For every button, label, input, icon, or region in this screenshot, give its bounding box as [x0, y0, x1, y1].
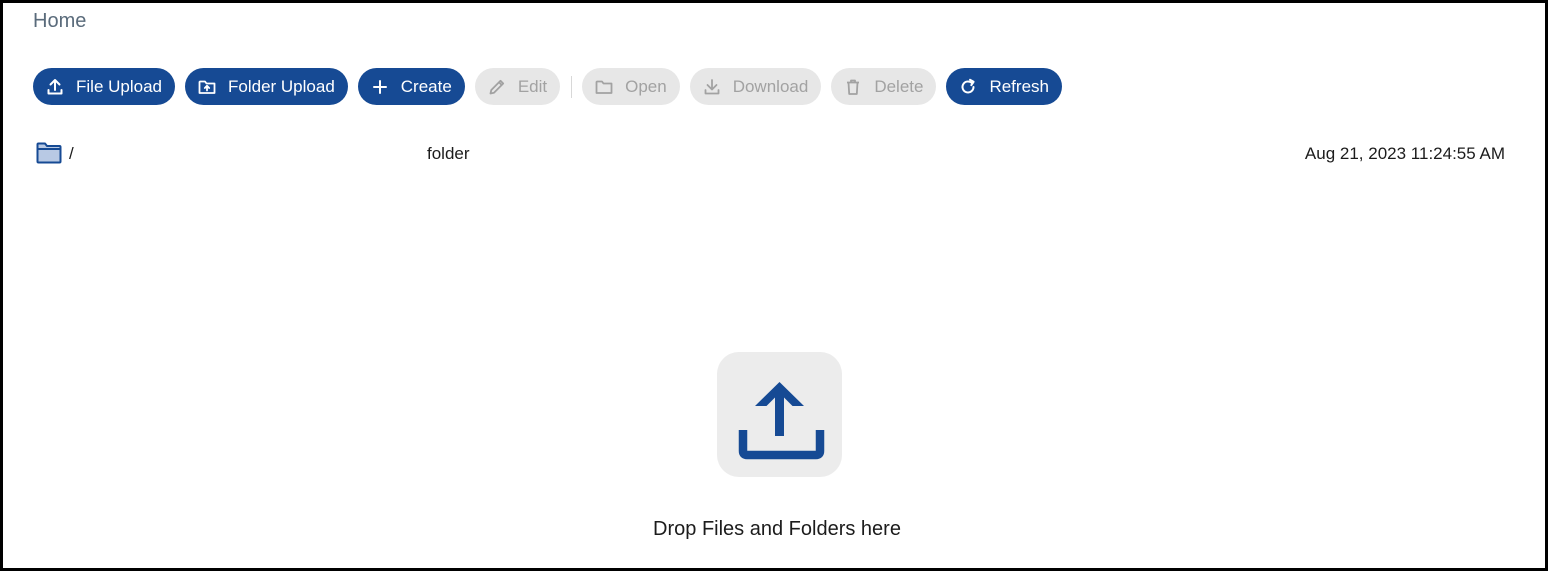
dropzone-upload-icon[interactable] — [717, 352, 842, 477]
refresh-icon — [958, 77, 978, 97]
download-button[interactable]: Download — [689, 68, 822, 105]
create-button[interactable]: Create — [357, 68, 465, 105]
open-label: Open — [625, 76, 667, 96]
delete-label: Delete — [874, 76, 924, 96]
item-type: folder — [427, 144, 470, 163]
folder-upload-icon — [197, 77, 217, 97]
upload-icon — [738, 382, 825, 460]
file-upload-button[interactable]: File Upload — [33, 68, 175, 105]
edit-button[interactable]: Edit — [474, 68, 561, 105]
refresh-button[interactable]: Refresh — [946, 68, 1062, 105]
pencil-icon — [487, 77, 507, 97]
plus-icon — [370, 77, 390, 97]
create-label: Create — [400, 76, 452, 96]
upload-icon — [45, 77, 65, 97]
open-button[interactable]: Open — [582, 68, 680, 105]
trash-icon — [843, 77, 863, 97]
file-manager-window: Home File Upload Folder Upload Create Ed… — [0, 0, 1548, 571]
refresh-label: Refresh — [989, 76, 1049, 96]
file-upload-label: File Upload — [76, 76, 162, 96]
download-label: Download — [732, 76, 809, 96]
list-item[interactable]: / folder Aug 21, 2023 11:24:55 AM — [36, 140, 1506, 168]
dropzone-text: Drop Files and Folders here — [653, 518, 901, 540]
toolbar-divider — [571, 75, 573, 98]
folder-upload-label: Folder Upload — [228, 76, 335, 96]
item-modified: Aug 21, 2023 11:24:55 AM — [1304, 144, 1505, 163]
breadcrumb[interactable]: Home — [33, 10, 86, 33]
edit-label: Edit — [517, 76, 548, 96]
folder-open-icon — [594, 77, 614, 97]
toolbar: File Upload Folder Upload Create Edit Op… — [33, 68, 1072, 105]
delete-button[interactable]: Delete — [831, 68, 937, 105]
item-name: / — [69, 144, 74, 163]
download-icon — [702, 77, 722, 97]
folder-upload-button[interactable]: Folder Upload — [185, 68, 348, 105]
folder-icon — [36, 142, 62, 164]
